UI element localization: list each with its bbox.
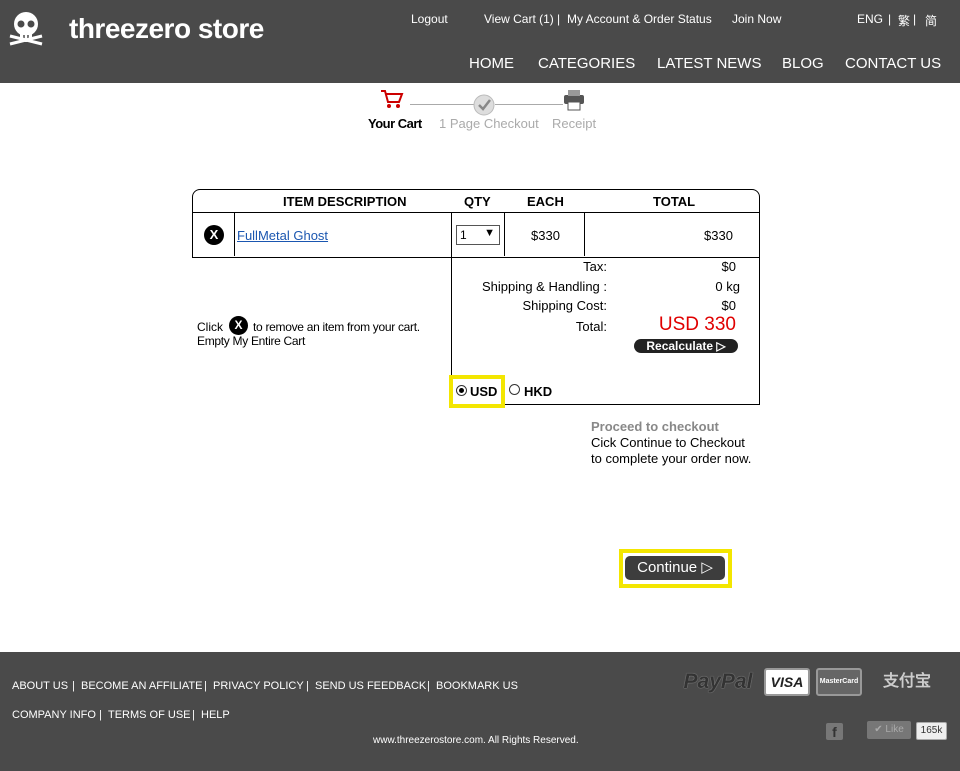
footer-company-info[interactable]: COMPANY INFO bbox=[12, 709, 96, 721]
total-value: USD 330 bbox=[658, 314, 736, 335]
visa-logo: VISA bbox=[764, 668, 810, 696]
join-now-link[interactable]: Join Now bbox=[732, 12, 781, 26]
footer-affiliate[interactable]: BECOME AN AFFILIATE bbox=[81, 680, 202, 692]
shipping-cost-label: Shipping Cost: bbox=[522, 298, 607, 313]
paypal-logo: PayPal bbox=[683, 670, 753, 693]
checkmark-icon bbox=[473, 94, 495, 116]
footer-help[interactable]: HELP bbox=[201, 709, 230, 721]
header-item-description: ITEM DESCRIPTION bbox=[283, 194, 407, 209]
qty-select[interactable]: 1 ▼ bbox=[456, 225, 500, 245]
alipay-logo: 支付宝 bbox=[882, 673, 931, 690]
nav-home[interactable]: HOME bbox=[469, 55, 514, 72]
lang-traditional-link[interactable]: 繁 bbox=[898, 12, 910, 29]
footer-separator: | bbox=[99, 709, 102, 721]
link-separator: | bbox=[888, 12, 892, 26]
progress-line bbox=[410, 104, 474, 105]
copyright-text: www.threezerostore.com. All Rights Reser… bbox=[373, 735, 579, 746]
mastercard-logo: MasterCard bbox=[816, 668, 862, 696]
empty-cart-link[interactable]: Empty My Entire Cart bbox=[197, 334, 305, 348]
logout-link[interactable]: Logout bbox=[411, 12, 448, 26]
hkd-radio[interactable] bbox=[509, 384, 520, 395]
table-divider bbox=[192, 212, 760, 213]
nav-categories[interactable]: CATEGORIES bbox=[538, 55, 635, 72]
cell-divider bbox=[234, 212, 235, 256]
play-icon: ▷ bbox=[716, 339, 726, 353]
step-your-cart: Your Cart bbox=[368, 116, 422, 131]
link-separator: | bbox=[557, 12, 561, 26]
nav-latest-news[interactable]: LATEST NEWS bbox=[657, 55, 761, 72]
total-label: Total: bbox=[575, 319, 607, 334]
footer-separator: | bbox=[427, 680, 430, 692]
footer-separator: | bbox=[72, 680, 75, 692]
footer-separator: | bbox=[204, 680, 207, 692]
nav-blog[interactable]: BLOG bbox=[782, 55, 824, 72]
like-count: 165k bbox=[916, 722, 947, 740]
footer-terms[interactable]: TERMS OF USE bbox=[108, 709, 191, 721]
help-remove-text: to remove an item from your cart. bbox=[253, 320, 420, 334]
cell-divider bbox=[584, 212, 585, 256]
cell-divider bbox=[504, 212, 505, 256]
help-click-text: Click bbox=[197, 320, 223, 334]
continue-label: Continue bbox=[637, 559, 698, 576]
printer-icon bbox=[564, 90, 584, 111]
play-icon: ▷ bbox=[701, 559, 713, 576]
item-total-price: $330 bbox=[704, 228, 733, 243]
footer-privacy[interactable]: PRIVACY POLICY bbox=[213, 680, 304, 692]
shipping-value: 0 kg bbox=[715, 279, 740, 294]
header-qty: QTY bbox=[464, 194, 491, 209]
chevron-down-icon: ▼ bbox=[484, 227, 495, 239]
continue-button[interactable]: Continue ▷ bbox=[625, 556, 725, 580]
step-checkout: 1 Page Checkout bbox=[439, 116, 539, 131]
lang-eng-link[interactable]: ENG bbox=[857, 12, 883, 26]
proceed-heading: Proceed to checkout bbox=[591, 419, 719, 434]
like-label: Like bbox=[885, 724, 904, 735]
skull-logo-icon[interactable] bbox=[6, 8, 46, 48]
step-receipt: Receipt bbox=[552, 116, 597, 131]
proceed-line2: to complete your order now. bbox=[591, 451, 752, 466]
brand-name[interactable]: threezero store bbox=[69, 13, 264, 45]
cart-icon bbox=[381, 90, 404, 108]
tax-value: $0 bbox=[721, 259, 736, 274]
footer-separator: | bbox=[192, 709, 195, 721]
my-account-link[interactable]: My Account & Order Status bbox=[567, 12, 712, 26]
recalculate-button[interactable]: Recalculate ▷ bbox=[634, 339, 738, 353]
recalculate-label: Recalculate bbox=[646, 339, 714, 353]
proceed-line1: Cick Continue to Checkout bbox=[591, 435, 745, 450]
usd-radio[interactable] bbox=[456, 385, 467, 396]
remove-icon: X bbox=[229, 316, 248, 335]
footer-bookmark[interactable]: BOOKMARK US bbox=[436, 680, 518, 692]
footer-separator: | bbox=[306, 680, 309, 692]
shipping-cost-value: $0 bbox=[721, 298, 736, 313]
header-each: EACH bbox=[527, 194, 564, 209]
tax-label: Tax: bbox=[583, 259, 607, 274]
like-button[interactable]: ✔ Like bbox=[867, 721, 911, 739]
item-link[interactable]: FullMetal Ghost bbox=[237, 228, 328, 243]
nav-contact-us[interactable]: CONTACT US bbox=[845, 55, 941, 72]
item-each-price: $330 bbox=[531, 228, 560, 243]
lang-simplified-link[interactable]: 简 bbox=[925, 12, 937, 29]
hkd-label[interactable]: HKD bbox=[524, 384, 552, 399]
usd-label[interactable]: USD bbox=[470, 384, 497, 399]
progress-line bbox=[495, 104, 563, 105]
cell-divider bbox=[759, 256, 760, 404]
shipping-label: Shipping & Handling : bbox=[481, 279, 607, 294]
link-separator: | bbox=[913, 12, 917, 26]
facebook-icon[interactable]: f bbox=[826, 723, 843, 740]
remove-item-button[interactable]: X bbox=[204, 225, 224, 245]
qty-value: 1 bbox=[460, 228, 467, 242]
footer-about-us[interactable]: ABOUT US bbox=[12, 680, 68, 692]
footer-feedback[interactable]: SEND US FEEDBACK bbox=[315, 680, 426, 692]
view-cart-link[interactable]: View Cart (1) bbox=[484, 12, 554, 26]
header-total: TOTAL bbox=[653, 194, 696, 209]
